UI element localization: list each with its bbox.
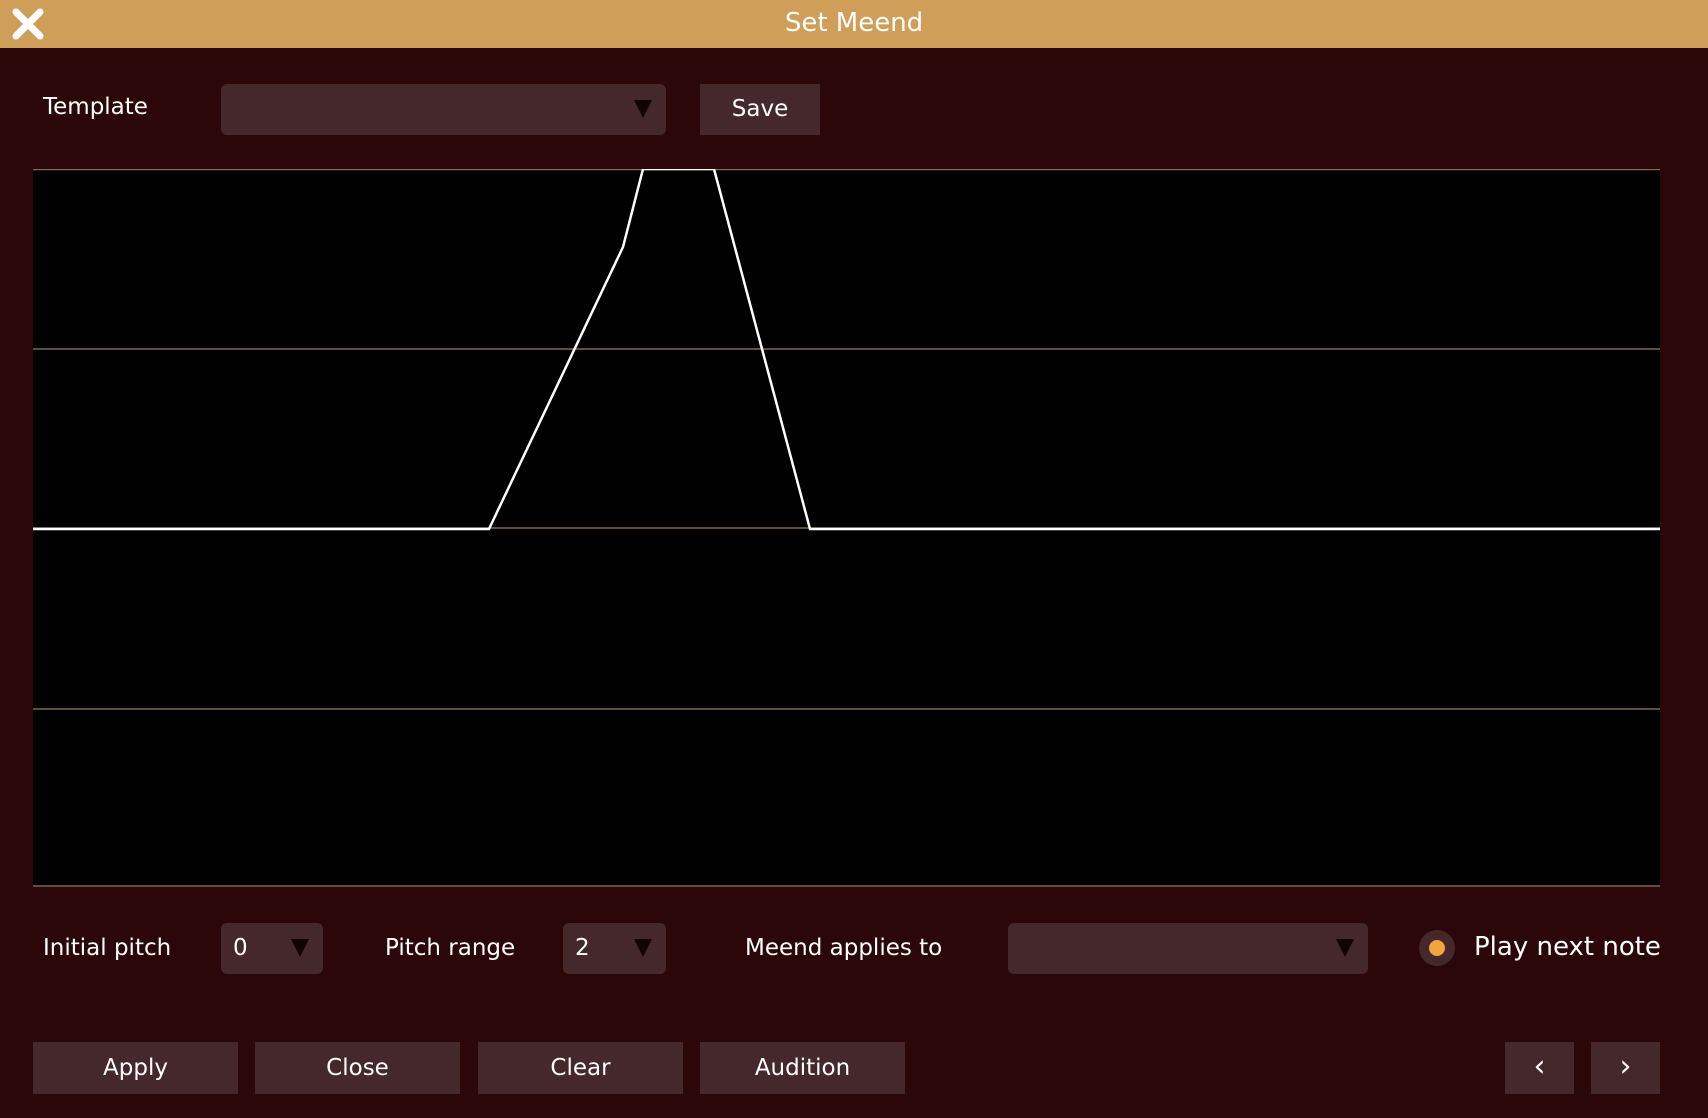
chevron-down-icon (634, 939, 652, 957)
chevron-down-icon (1336, 939, 1354, 957)
chevron-down-icon (291, 939, 309, 957)
pitch-range-select[interactable]: 2 (563, 923, 666, 974)
window-title: Set Meend (784, 8, 924, 38)
pitch-range-label: Pitch range (385, 935, 516, 961)
initial-pitch-select[interactable]: 0 (221, 923, 323, 974)
template-select[interactable] (221, 84, 666, 135)
meend-applies-select[interactable] (1008, 923, 1368, 974)
initial-pitch-label: Initial pitch (43, 935, 172, 961)
meend-graph[interactable] (33, 167, 1660, 887)
clear-button[interactable]: Clear (478, 1042, 683, 1094)
save-button[interactable]: Save (700, 84, 820, 135)
initial-pitch-value: 0 (233, 935, 248, 961)
template-label: Template (43, 94, 148, 120)
chevron-down-icon (634, 100, 652, 118)
next-button[interactable]: › (1591, 1042, 1660, 1094)
radio-selected-dot (1429, 940, 1445, 956)
play-next-note-label[interactable]: Play next note (1474, 932, 1661, 962)
previous-button[interactable]: ‹ (1505, 1042, 1574, 1094)
pitch-range-value: 2 (575, 935, 590, 961)
audition-button[interactable]: Audition (700, 1042, 905, 1094)
meend-applies-label: Meend applies to (745, 935, 943, 961)
apply-button[interactable]: Apply (33, 1042, 238, 1094)
title-bar: Set Meend (0, 0, 1708, 48)
close-button[interactable]: Close (255, 1042, 460, 1094)
play-next-note-radio[interactable] (1419, 930, 1455, 966)
meend-graph-canvas[interactable] (33, 167, 1660, 887)
